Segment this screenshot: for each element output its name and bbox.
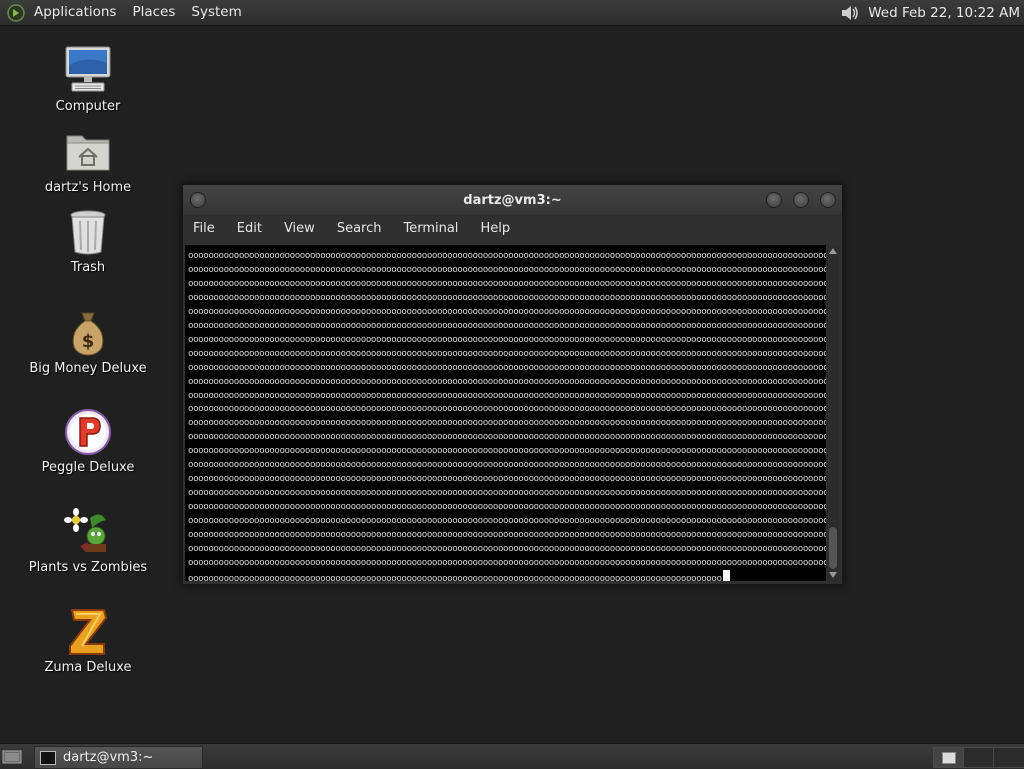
close-button[interactable]	[820, 192, 836, 208]
maximize-button[interactable]	[793, 192, 809, 208]
desktop-icon-label: Plants vs Zombies	[28, 560, 148, 575]
terminal-menubar: File Edit View Search Terminal Help	[183, 215, 842, 243]
desktop-icon-label: Computer	[55, 99, 121, 114]
main-menu: Applications Places System	[26, 0, 250, 25]
scroll-up-arrow-icon[interactable]	[829, 248, 837, 254]
desktop-icon-trash[interactable]: Trash	[0, 206, 176, 275]
money-bag-icon: $	[72, 312, 104, 356]
desktop-icon-label: Trash	[70, 260, 106, 275]
menu-help[interactable]: Help	[469, 215, 521, 243]
desktop-icon-big-money[interactable]: $ Big Money Deluxe	[0, 307, 176, 376]
window-title: dartz@vm3:~	[463, 193, 562, 208]
home-folder-icon	[66, 135, 110, 171]
terminal-output[interactable]: oooooooooooooooooooooooooooooooooooooooo…	[185, 245, 826, 581]
minimize-button[interactable]	[766, 192, 782, 208]
menu-edit[interactable]: Edit	[226, 215, 273, 243]
volume-icon[interactable]	[839, 3, 861, 23]
zuma-icon	[69, 609, 108, 655]
taskbar-button-terminal[interactable]: dartz@vm3:~	[34, 746, 203, 769]
show-desktop-icon[interactable]	[2, 747, 22, 765]
gnome-foot-icon[interactable]	[7, 3, 25, 22]
scrollbar-thumb[interactable]	[829, 527, 837, 569]
desktop-icon-pvz[interactable]: Plants vs Zombies	[0, 506, 176, 575]
terminal-scrollbar[interactable]	[827, 245, 839, 581]
desktop-icon-zuma[interactable]: Zuma Deluxe	[0, 606, 176, 675]
computer-icon	[65, 46, 111, 92]
terminal-text: oooooooooooooooooooooooooooooooooooooooo…	[188, 250, 826, 581]
desktop-icon-label: Peggle Deluxe	[41, 460, 135, 475]
peggle-icon	[65, 409, 111, 455]
svg-text:$: $	[82, 331, 95, 352]
places-menu[interactable]: Places	[124, 0, 183, 25]
desktop-icon-label: Big Money Deluxe	[29, 361, 147, 376]
notification-area: Wed Feb 22, 10:22 AM	[839, 0, 1024, 25]
desktop-icon-label: Zuma Deluxe	[44, 660, 132, 675]
desktop-icon-label: dartz's Home	[44, 180, 132, 195]
menu-file[interactable]: File	[183, 215, 226, 243]
menu-view[interactable]: View	[273, 215, 326, 243]
workspace-2[interactable]	[963, 747, 995, 768]
terminal-cursor	[722, 569, 730, 581]
bottom-panel: dartz@vm3:~	[0, 743, 1024, 769]
terminal-titlebar[interactable]: dartz@vm3:~	[183, 185, 842, 215]
terminal-window: dartz@vm3:~ File Edit View Search Termin…	[182, 184, 843, 585]
workspace-window-thumb	[942, 752, 956, 764]
desktop-icon-home[interactable]: dartz's Home	[0, 126, 176, 195]
system-menu[interactable]: System	[183, 0, 249, 25]
desktop-icon-computer[interactable]: Computer	[0, 45, 176, 114]
desktop-icon-peggle[interactable]: Peggle Deluxe	[0, 406, 176, 475]
trash-icon	[70, 210, 106, 255]
plants-vs-zombies-icon	[64, 508, 106, 552]
menu-terminal[interactable]: Terminal	[392, 215, 469, 243]
top-panel: Applications Places System Wed Feb 22, 1…	[0, 0, 1024, 26]
taskbar-label: dartz@vm3:~	[63, 750, 154, 765]
terminal-icon	[40, 751, 56, 765]
workspace-1[interactable]	[933, 747, 965, 768]
clock[interactable]: Wed Feb 22, 10:22 AM	[868, 5, 1024, 21]
applications-menu[interactable]: Applications	[26, 0, 124, 25]
scroll-down-arrow-icon[interactable]	[829, 572, 837, 578]
workspace-3[interactable]	[993, 747, 1024, 768]
menu-search[interactable]: Search	[326, 215, 393, 243]
